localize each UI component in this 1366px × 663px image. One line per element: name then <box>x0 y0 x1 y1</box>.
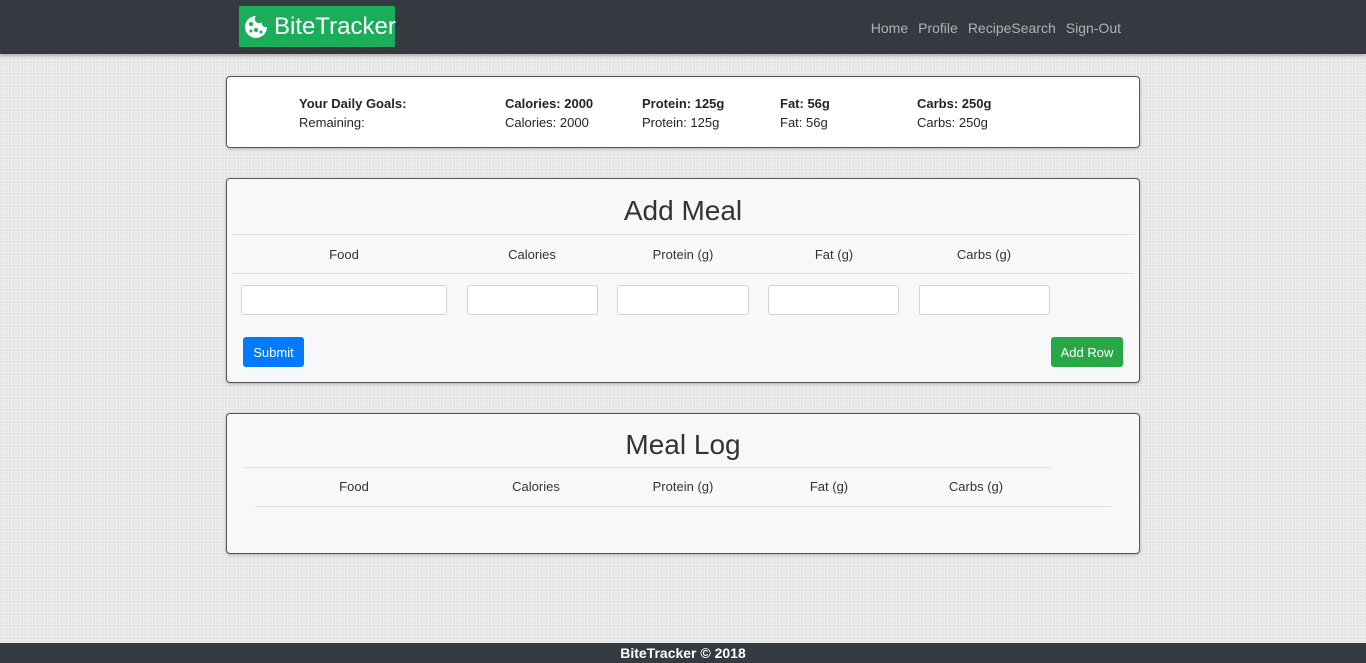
submit-button[interactable]: Submit <box>243 337 304 367</box>
meal-log-title: Meal Log <box>625 429 741 460</box>
protein-goal: Protein: 125g Protein: 125g <box>642 94 724 132</box>
log-column-header-protein: Protein (g) <box>652 479 714 494</box>
nav-link-profile[interactable]: Profile <box>918 20 958 36</box>
log-column-header-food: Food <box>339 479 369 494</box>
add-meal-card: Add Meal Food Calories Protein (g) Fat (… <box>226 178 1140 383</box>
log-column-header-fat: Fat (g) <box>809 479 849 494</box>
divider <box>232 273 1134 274</box>
log-column-header-calories: Calories <box>512 479 560 494</box>
nav-link-sign-out[interactable]: Sign-Out <box>1066 20 1121 36</box>
navbar: BiteTracker Home Profile RecipeSearch Si… <box>0 0 1366 54</box>
calories-input[interactable] <box>467 285 598 315</box>
column-header-protein: Protein (g) <box>652 247 714 262</box>
nav-links: Home Profile RecipeSearch Sign-Out <box>871 20 1121 36</box>
column-header-carbs: Carbs (g) <box>956 247 1012 262</box>
fat-remaining-value: Fat: 56g <box>780 115 828 130</box>
cookie-icon <box>243 14 269 40</box>
protein-remaining-value: Protein: 125g <box>642 115 720 130</box>
goals-labels: Your Daily Goals: Remaining: <box>299 94 406 132</box>
carbs-goal: Carbs: 250g Carbs: 250g <box>917 94 991 132</box>
divider <box>243 467 1051 468</box>
add-row-button[interactable]: Add Row <box>1051 337 1123 367</box>
fat-goal-value: Fat: 56g <box>780 96 830 111</box>
protein-input[interactable] <box>617 285 749 315</box>
column-header-fat: Fat (g) <box>814 247 854 262</box>
carbs-remaining-value: Carbs: 250g <box>917 115 988 130</box>
column-header-calories: Calories <box>508 247 556 262</box>
meal-log-card: Meal Log Food Calories Protein (g) Fat (… <box>226 413 1140 554</box>
brand-name: BiteTracker <box>274 12 396 40</box>
footer: BiteTracker © 2018 <box>0 643 1366 663</box>
divider <box>255 506 1111 507</box>
calories-goal: Calories: 2000 Calories: 2000 <box>505 94 593 132</box>
log-column-header-carbs: Carbs (g) <box>948 479 1004 494</box>
brand-logo[interactable]: BiteTracker <box>239 6 396 47</box>
calories-goal-value: Calories: 2000 <box>505 96 594 111</box>
add-meal-title: Add Meal <box>623 195 743 226</box>
nav-link-home[interactable]: Home <box>871 20 908 36</box>
remaining-label: Remaining: <box>299 115 365 130</box>
carbs-input[interactable] <box>919 285 1050 315</box>
carbs-goal-value: Carbs: 250g <box>917 96 992 111</box>
calories-remaining-value: Calories: 2000 <box>505 115 589 130</box>
protein-goal-value: Protein: 125g <box>642 96 725 111</box>
daily-goals-card: Your Daily Goals: Remaining: Calories: 2… <box>226 76 1140 148</box>
food-input[interactable] <box>241 285 447 315</box>
column-header-food: Food <box>329 247 359 262</box>
divider <box>232 234 1134 235</box>
fat-input[interactable] <box>768 285 899 315</box>
fat-goal: Fat: 56g Fat: 56g <box>780 94 830 132</box>
daily-goals-label: Your Daily Goals: <box>299 96 407 111</box>
nav-link-recipe-search[interactable]: RecipeSearch <box>968 20 1056 36</box>
